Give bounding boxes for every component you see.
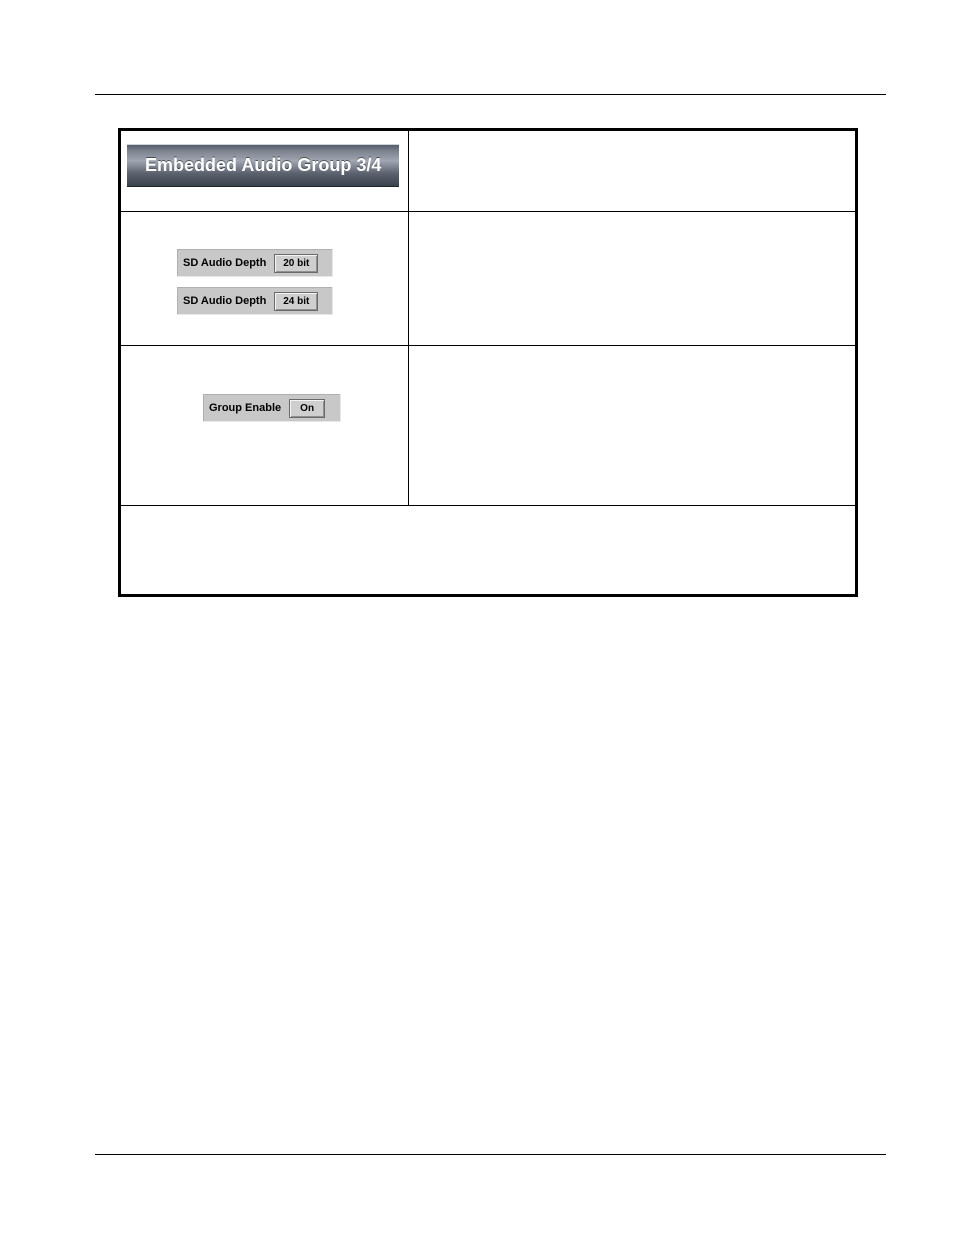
control-label: SD Audio Depth [177, 295, 274, 307]
table-cell-left: Embedded Audio Group 3/4 [121, 131, 409, 212]
table-cell-left: SD Audio Depth 20 bit SD Audio Depth 24 … [121, 212, 409, 346]
banner-title: Embedded Audio Group 3/4 [145, 155, 381, 176]
control-label: Group Enable [203, 402, 289, 414]
table-cell-full [121, 506, 855, 594]
table-cell-right [409, 346, 855, 506]
sd-audio-depth-control-24: SD Audio Depth 24 bit [177, 287, 333, 315]
table-cell-left: Group Enable On [121, 346, 409, 506]
sd-audio-depth-control-20: SD Audio Depth 20 bit [177, 249, 333, 277]
group-enable-button[interactable]: On [289, 399, 325, 418]
sd-audio-depth-20-button[interactable]: 20 bit [274, 254, 318, 273]
table-row: Embedded Audio Group 3/4 [121, 131, 855, 212]
table-row: SD Audio Depth 20 bit SD Audio Depth 24 … [121, 212, 855, 346]
table-cell-right [409, 131, 855, 212]
table-row: Group Enable On [121, 346, 855, 506]
header-rule [95, 94, 886, 95]
table-cell-right [409, 212, 855, 346]
table-row [121, 506, 855, 594]
group-enable-control: Group Enable On [203, 394, 341, 422]
settings-table: Embedded Audio Group 3/4 SD Audio Depth … [118, 128, 858, 597]
sd-audio-depth-24-button[interactable]: 24 bit [274, 292, 318, 311]
control-label: SD Audio Depth [177, 257, 274, 269]
document-page: Embedded Audio Group 3/4 SD Audio Depth … [0, 0, 954, 1235]
section-banner: Embedded Audio Group 3/4 [127, 144, 399, 187]
footer-rule [95, 1154, 886, 1155]
